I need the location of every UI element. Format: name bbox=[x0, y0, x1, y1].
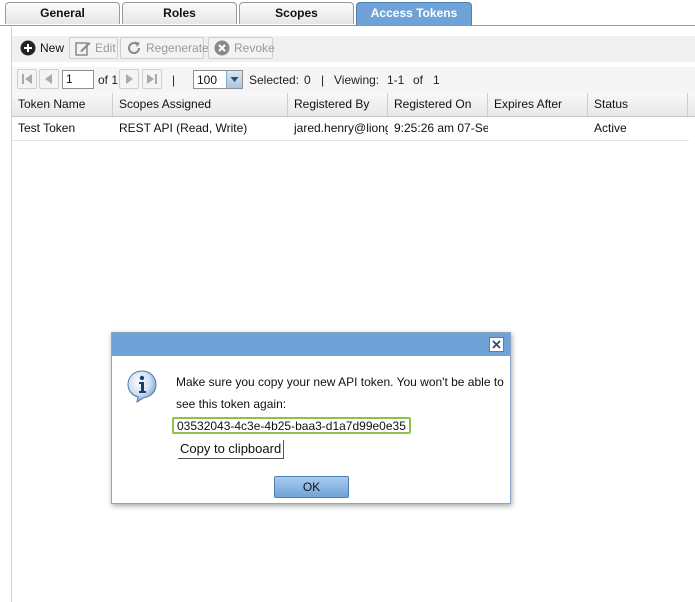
last-page-button[interactable] bbox=[142, 69, 162, 89]
cell-registered-by: jared.henry@lionga bbox=[294, 121, 388, 135]
viewing-range: 1-1 bbox=[387, 73, 405, 87]
selected-label: Selected: bbox=[249, 73, 300, 87]
ok-button[interactable]: OK bbox=[274, 476, 349, 498]
access-tokens-panel: New Edit Regenerate Revoke 1 of 1 | 100 … bbox=[11, 27, 695, 602]
revoke-x-circle-icon bbox=[214, 40, 230, 56]
chevron-down-icon[interactable] bbox=[226, 71, 242, 88]
regenerate-button-label: Regenerate bbox=[146, 41, 209, 55]
page-size-value: 100 bbox=[197, 73, 218, 87]
refresh-icon bbox=[126, 40, 142, 56]
api-token-value[interactable]: 03532043-4c3e-4b25-baa3-d1a7d99e0e35 bbox=[172, 417, 411, 434]
column-token-name[interactable]: Token Name bbox=[12, 93, 113, 116]
toolbar: New Edit Regenerate Revoke bbox=[12, 36, 695, 62]
new-token-dialog: Make sure you copy your new API token. Y… bbox=[111, 332, 511, 504]
revoke-button-label: Revoke bbox=[234, 41, 275, 55]
plus-circle-icon bbox=[20, 40, 36, 56]
page-of-label: of 1 bbox=[98, 73, 119, 87]
info-icon bbox=[125, 369, 159, 404]
tab-roles[interactable]: Roles bbox=[122, 2, 237, 24]
dialog-title-bar bbox=[112, 333, 510, 356]
cell-scopes: REST API (Read, Write) bbox=[119, 121, 248, 135]
edit-button[interactable]: Edit bbox=[69, 37, 118, 59]
prev-page-button[interactable] bbox=[39, 69, 59, 89]
last-page-icon bbox=[147, 74, 157, 84]
revoke-button[interactable]: Revoke bbox=[208, 37, 275, 59]
cell-token-name: Test Token bbox=[18, 121, 76, 135]
regenerate-button[interactable]: Regenerate bbox=[120, 37, 209, 59]
cell-status: Active bbox=[594, 121, 627, 135]
table-row[interactable]: Test Token REST API (Read, Write) jared.… bbox=[12, 117, 689, 141]
close-button[interactable] bbox=[489, 337, 504, 352]
pager-separator: | bbox=[172, 73, 176, 87]
new-button-label: New bbox=[40, 41, 65, 55]
page-size-select[interactable]: 100 bbox=[193, 70, 243, 89]
new-button[interactable]: New bbox=[14, 37, 70, 59]
column-status[interactable]: Status bbox=[588, 93, 688, 116]
dialog-message: Make sure you copy your new API token. Y… bbox=[176, 375, 504, 411]
tab-general[interactable]: General bbox=[5, 2, 120, 24]
column-registered-by[interactable]: Registered By bbox=[288, 93, 388, 116]
copy-to-clipboard-button[interactable]: Copy to clipboard bbox=[178, 440, 285, 459]
close-icon bbox=[492, 340, 501, 349]
next-page-button[interactable] bbox=[119, 69, 139, 89]
edit-icon bbox=[75, 40, 91, 56]
cell-registered-on: 9:25:26 am 07-Sep- bbox=[394, 121, 488, 135]
column-registered-on[interactable]: Registered On bbox=[388, 93, 488, 116]
edit-button-label: Edit bbox=[95, 41, 116, 55]
selected-count: 0 bbox=[304, 73, 311, 87]
grid-header: Token Name Scopes Assigned Registered By… bbox=[12, 93, 695, 117]
cell-expires-after bbox=[488, 117, 588, 140]
viewing-total: 1 bbox=[433, 73, 440, 87]
viewing-of-label: of bbox=[413, 73, 424, 87]
pagination-bar: 1 of 1 | 100 Selected: 0 | Viewing: 1-1 … bbox=[12, 67, 695, 93]
tab-access-tokens[interactable]: Access Tokens bbox=[356, 2, 472, 26]
first-page-button[interactable] bbox=[17, 69, 37, 89]
page-number-input[interactable]: 1 bbox=[62, 70, 94, 89]
prev-page-icon bbox=[45, 74, 52, 84]
column-scopes-assigned[interactable]: Scopes Assigned bbox=[113, 93, 288, 116]
pager-separator-2: | bbox=[321, 73, 325, 87]
column-expires-after[interactable]: Expires After bbox=[488, 93, 588, 116]
next-page-icon bbox=[126, 74, 133, 84]
tab-bar: General Roles Scopes Access Tokens bbox=[0, 0, 695, 26]
tab-scopes[interactable]: Scopes bbox=[239, 2, 354, 24]
first-page-icon bbox=[22, 74, 32, 84]
viewing-label: Viewing: bbox=[334, 73, 380, 87]
